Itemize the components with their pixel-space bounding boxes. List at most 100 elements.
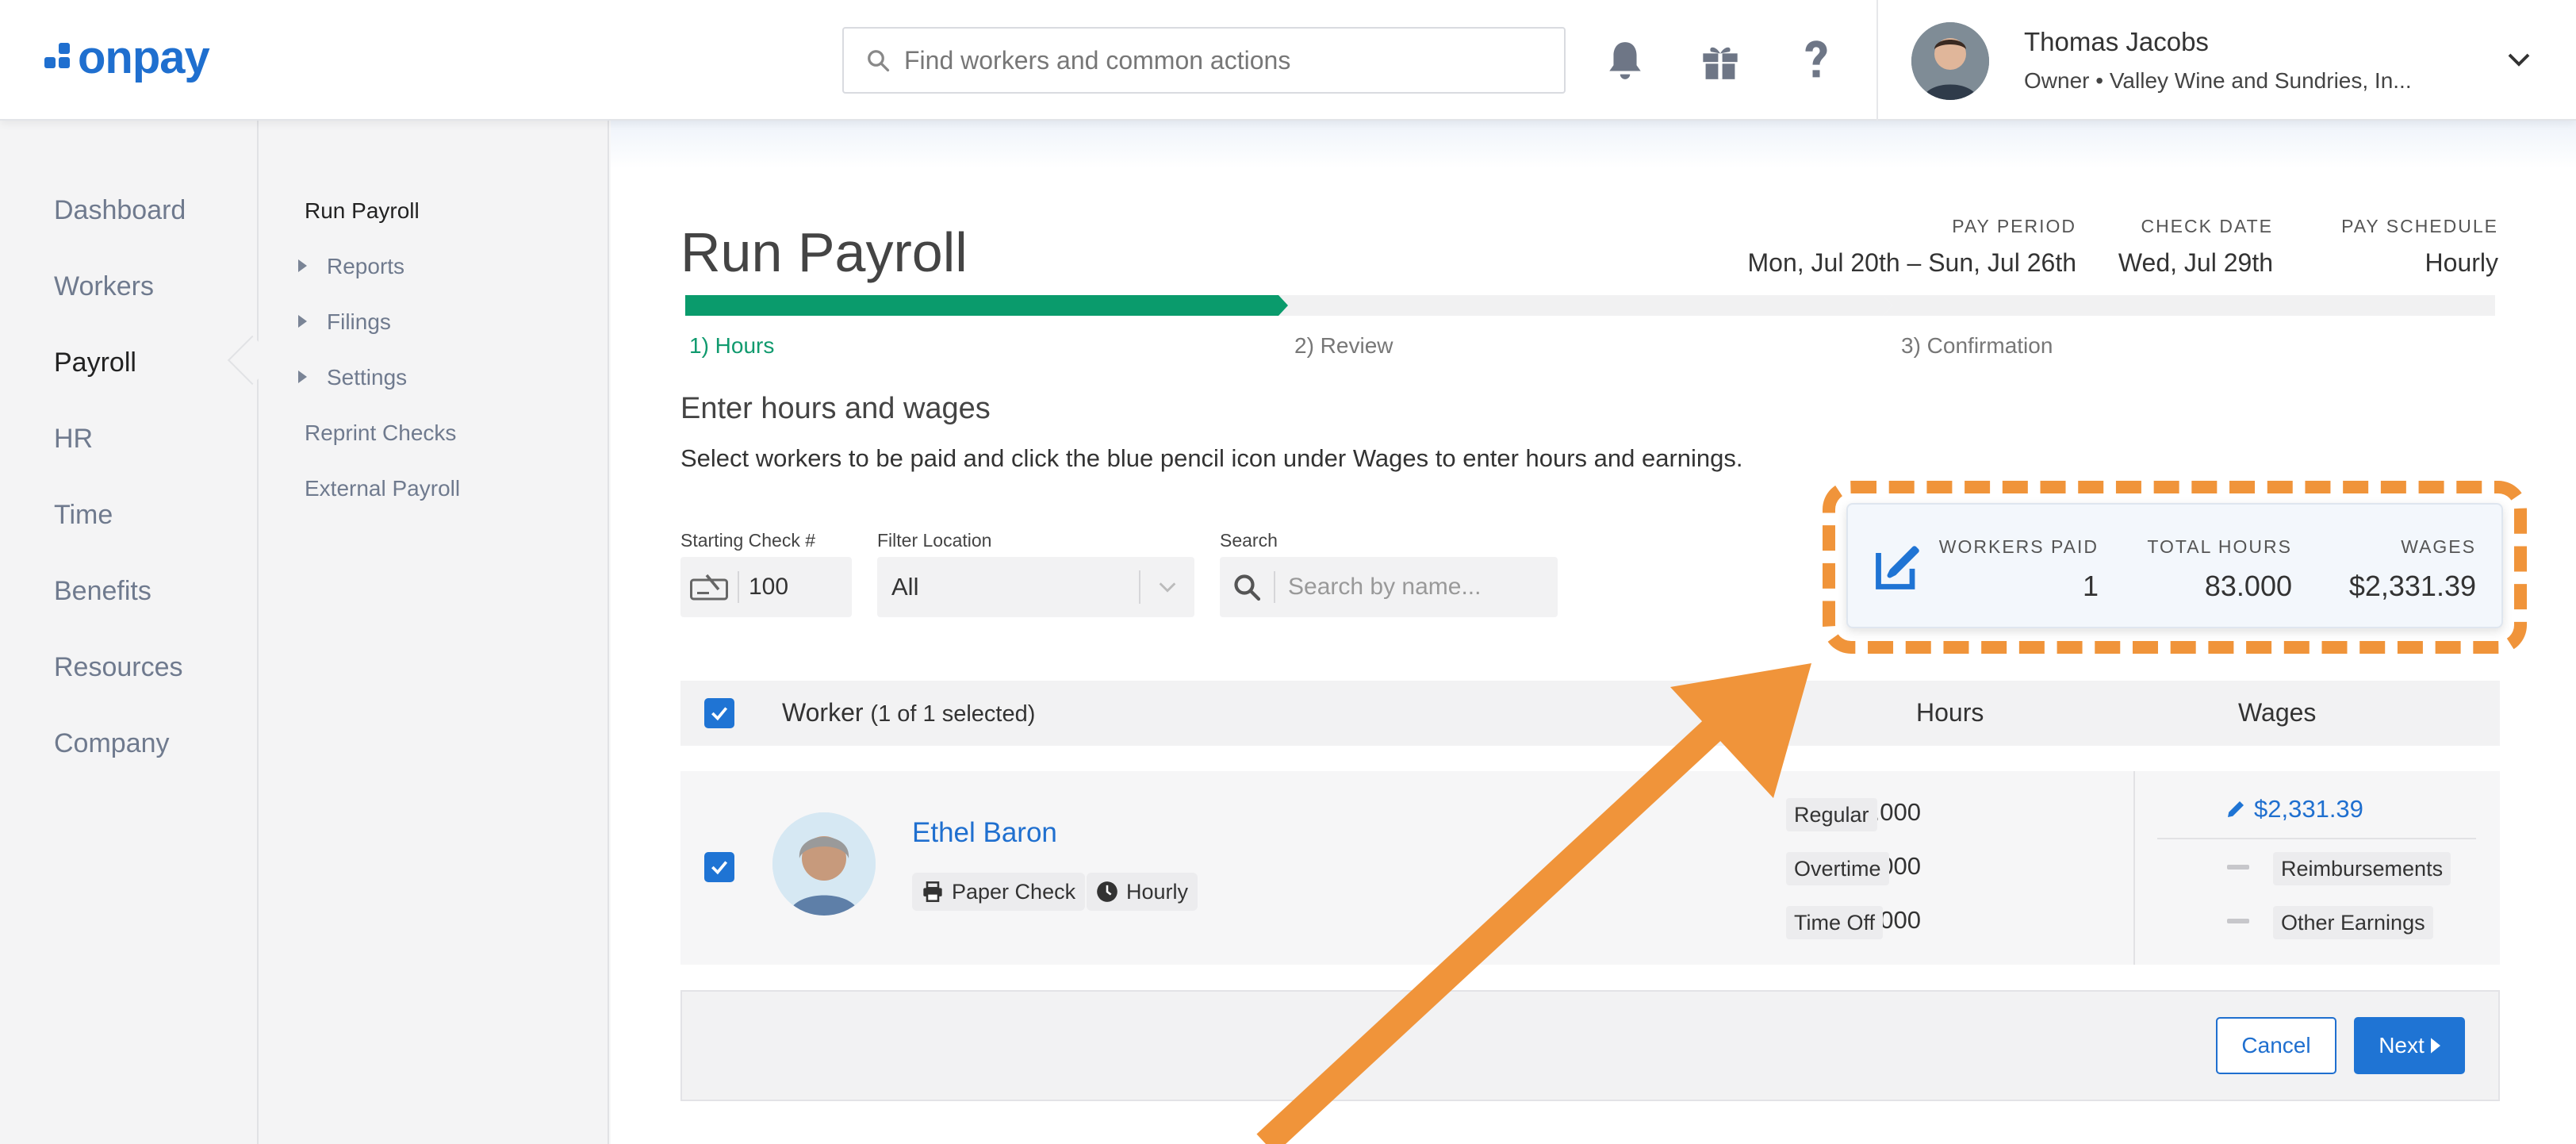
chevron-down-icon (1159, 582, 1176, 593)
col-worker-title: Worker (782, 698, 864, 727)
row-select-checkbox[interactable] (704, 852, 734, 882)
logo-dots-icon (44, 43, 73, 71)
pay-type-label: Hourly (1126, 879, 1189, 904)
action-footer: Cancel Next (680, 990, 2500, 1101)
nav-item-company[interactable]: Company (54, 728, 170, 759)
nav-item-resources[interactable]: Resources (54, 652, 183, 683)
nav-item-benefits[interactable]: Benefits (54, 576, 151, 607)
payment-method-label: Paper Check (952, 879, 1076, 904)
progress-fill (685, 295, 1288, 316)
location-label: Filter Location (877, 530, 992, 551)
hours-timeoff-tag: Time Off (1786, 906, 1884, 939)
top-bar: onpay Thomas Jacobs Owner • Valley Wine … (0, 0, 2576, 121)
reimbursements-tag[interactable]: Reimbursements (2273, 852, 2451, 885)
worker-avatar (772, 812, 876, 916)
starting-check-field[interactable] (680, 557, 852, 617)
logo-text: onpay (78, 31, 210, 83)
col-wages-header: Wages (2238, 698, 2317, 727)
edit-pencil-icon[interactable] (1872, 539, 1926, 593)
step-hours: 1) Hours (689, 333, 775, 358)
wages-value: $2,331.39 (2348, 570, 2476, 602)
next-button[interactable]: Next (2354, 1017, 2465, 1074)
bell-icon[interactable] (1603, 38, 1647, 83)
onpay-logo[interactable]: onpay (44, 31, 210, 83)
total-hours-label: TOTAL HOURS (2147, 536, 2292, 557)
check-date: CHECK DATE Wed, Jul 29th (2118, 216, 2273, 278)
check-icon (690, 574, 728, 601)
subnav-item-settings[interactable]: Settings (327, 365, 407, 390)
wages-separator (2157, 838, 2476, 839)
page-title: Run Payroll (680, 221, 968, 283)
payroll-summary: WORKERS PAID 1 TOTAL HOURS 83.000 WAGES … (1846, 503, 2503, 628)
subnav-item-run-payroll[interactable]: Run Payroll (305, 198, 420, 224)
subnav-item-external-payroll[interactable]: External Payroll (305, 476, 460, 501)
worker-search[interactable] (1220, 557, 1558, 617)
col-worker-header: Worker (1 of 1 selected) (782, 698, 1035, 727)
expand-triangle-icon[interactable] (298, 315, 307, 328)
search-icon (868, 50, 890, 72)
select-all-checkbox[interactable] (704, 698, 734, 728)
empty-dash-icon (2227, 919, 2249, 923)
step-review: 2) Review (1294, 333, 1393, 358)
help-icon[interactable] (1794, 38, 1838, 83)
progress-bar (685, 295, 2495, 316)
check-date-value: Wed, Jul 29th (2118, 248, 2273, 277)
header-divider (1876, 0, 1878, 121)
user-role: Owner • Valley Wine and Sundries, In... (2024, 68, 2412, 93)
worker-name-link[interactable]: Ethel Baron (912, 817, 1057, 849)
subnav-item-reprint-checks[interactable]: Reprint Checks (305, 420, 456, 446)
checkmark-icon (711, 861, 728, 875)
pencil-icon (2228, 801, 2244, 817)
col-worker-selected-count: (1 of 1 selected) (870, 701, 1036, 727)
cancel-button[interactable]: Cancel (2216, 1017, 2336, 1074)
user-name[interactable]: Thomas Jacobs (2024, 27, 2209, 57)
wages-label: WAGES (2401, 536, 2476, 557)
location-value: All (891, 573, 919, 601)
subnav-item-filings[interactable]: Filings (327, 309, 391, 335)
check-date-label: CHECK DATE (2141, 216, 2273, 236)
pay-schedule-label: PAY SCHEDULE (2341, 216, 2498, 236)
total-hours-value: 83.000 (2204, 570, 2292, 602)
nav-item-dashboard[interactable]: Dashboard (54, 195, 186, 226)
workers-paid-value: 1 (2082, 570, 2099, 602)
nav-item-payroll[interactable]: Payroll (54, 347, 136, 378)
clock-icon (1097, 881, 1117, 902)
location-select[interactable]: All (877, 557, 1194, 617)
checkmark-icon (711, 707, 728, 721)
subnav-item-reports[interactable]: Reports (327, 254, 404, 279)
workers-paid-label: WORKERS PAID (1938, 536, 2099, 557)
wage-edit-link[interactable]: $2,331.39 (2224, 795, 2363, 823)
pay-period-label: PAY PERIOD (1952, 216, 2076, 236)
pay-period: PAY PERIOD Mon, Jul 20th – Sun, Jul 26th (1748, 216, 2076, 278)
nav-item-workers[interactable]: Workers (54, 271, 154, 302)
expand-triangle-icon[interactable] (298, 370, 307, 383)
pay-type-badge: Hourly (1087, 873, 1198, 911)
step-confirmation: 3) Confirmation (1901, 333, 2053, 358)
global-search[interactable] (842, 27, 1566, 94)
payment-method-badge: Paper Check (912, 873, 1086, 911)
gift-icon[interactable] (1698, 38, 1742, 83)
worker-search-input[interactable] (1288, 574, 1542, 601)
main-content: Run Payroll PAY PERIOD Mon, Jul 20th – S… (611, 121, 2576, 1144)
search-label: Search (1220, 530, 1278, 551)
wages-divider (2133, 771, 2135, 965)
next-button-label: Next (2379, 1033, 2425, 1058)
nav-item-time[interactable]: Time (54, 500, 113, 531)
hours-overtime-tag: Overtime (1786, 852, 1889, 885)
hours-regular-tag: Regular (1786, 798, 1877, 831)
table-row: Ethel Baron Paper Check Hourly 40.000 Re… (680, 771, 2500, 965)
pay-schedule-value: Hourly (2425, 248, 2498, 277)
other-earnings-tag[interactable]: Other Earnings (2273, 906, 2433, 939)
nav-item-hr[interactable]: HR (54, 424, 93, 455)
table-header: Worker (1 of 1 selected) Hours Wages (680, 681, 2500, 746)
starting-check-input[interactable] (749, 574, 836, 601)
user-avatar[interactable] (1911, 22, 1989, 100)
search-icon (1234, 574, 1261, 601)
section-description: Select workers to be paid and click the … (680, 444, 1743, 472)
wage-amount: $2,331.39 (2254, 795, 2363, 823)
chevron-down-icon[interactable] (2505, 48, 2533, 71)
global-search-input[interactable] (904, 45, 1554, 75)
starting-check-label: Starting Check # (680, 530, 816, 551)
top-shadow (611, 121, 2576, 168)
expand-triangle-icon[interactable] (298, 259, 307, 272)
